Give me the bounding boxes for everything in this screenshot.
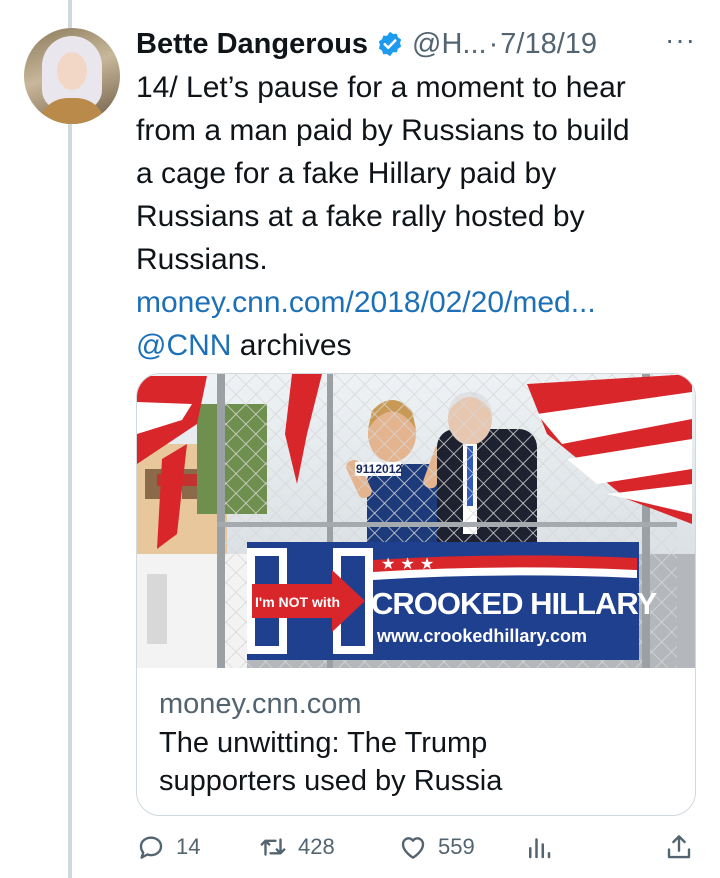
- tweet-text-line: Russians at a fake rally hosted by: [136, 200, 585, 233]
- tweet-text-line: 14/ Let’s pause for a moment to hear: [136, 71, 626, 104]
- separator-dot: ·: [488, 27, 499, 60]
- card-title-line: supporters used by Russia: [159, 765, 503, 797]
- link-preview-card[interactable]: ★ ★ ★ 9112012 I'm NOT with CROOKED HILLA…: [136, 373, 696, 816]
- author-name[interactable]: Bette Dangerous: [136, 28, 368, 61]
- thread-connector-line: [68, 0, 72, 878]
- mention-suffix: archives: [231, 329, 352, 362]
- reply-button[interactable]: 14: [136, 832, 200, 862]
- tweet-text-line: a cage for a fake Hillary paid by: [136, 157, 557, 190]
- tweet-actions: 14 428 559: [136, 832, 696, 872]
- reply-count: 14: [176, 834, 201, 859]
- more-icon[interactable]: ···: [665, 24, 696, 56]
- analytics-button[interactable]: [524, 832, 554, 862]
- card-image[interactable]: ★ ★ ★ 9112012 I'm NOT with CROOKED HILLA…: [137, 374, 695, 668]
- mention-link[interactable]: @CNN: [136, 329, 231, 362]
- card-title-line: The unwitting: The Trump: [159, 727, 488, 759]
- svg-text:★ ★ ★: ★ ★ ★: [381, 554, 434, 573]
- sign-small-text: I'm NOT with: [255, 594, 340, 610]
- retweet-icon: [260, 838, 286, 856]
- verified-badge-icon: [378, 31, 402, 57]
- tweet-date[interactable]: 7/18/19: [500, 28, 597, 61]
- tweet-text-line: from a man paid by Russians to build: [136, 114, 630, 147]
- cage-tag-text: 9112012: [356, 462, 403, 476]
- analytics-icon: [529, 838, 551, 859]
- like-button[interactable]: 559: [398, 832, 475, 862]
- card-domain: money.cnn.com: [159, 688, 362, 720]
- author-handle[interactable]: @H...: [412, 28, 487, 61]
- sign-url-text: www.crookedhillary.com: [377, 626, 588, 646]
- retweet-count: 428: [298, 834, 335, 859]
- sign-big-text: CROOKED HILLARY: [371, 586, 657, 621]
- like-icon: [401, 837, 425, 859]
- card-meta: money.cnn.com The unwitting: The Trump s…: [159, 684, 679, 800]
- reply-icon: [139, 836, 163, 859]
- retweet-button[interactable]: 428: [258, 832, 335, 862]
- tweet-header: Bette Dangerous @H... · 7/18/19 ···: [136, 24, 696, 64]
- share-icon: [667, 835, 691, 859]
- tweet-text-line: Russians.: [136, 243, 268, 276]
- like-count: 559: [438, 834, 475, 859]
- avatar[interactable]: [24, 28, 120, 124]
- cage-photo: ★ ★ ★: [137, 374, 695, 668]
- tweet-text: 14/ Let’s pause for a moment to hear fro…: [136, 66, 696, 367]
- tweet-link[interactable]: money.cnn.com/2018/02/20/med...: [136, 286, 596, 319]
- share-button[interactable]: [664, 832, 694, 862]
